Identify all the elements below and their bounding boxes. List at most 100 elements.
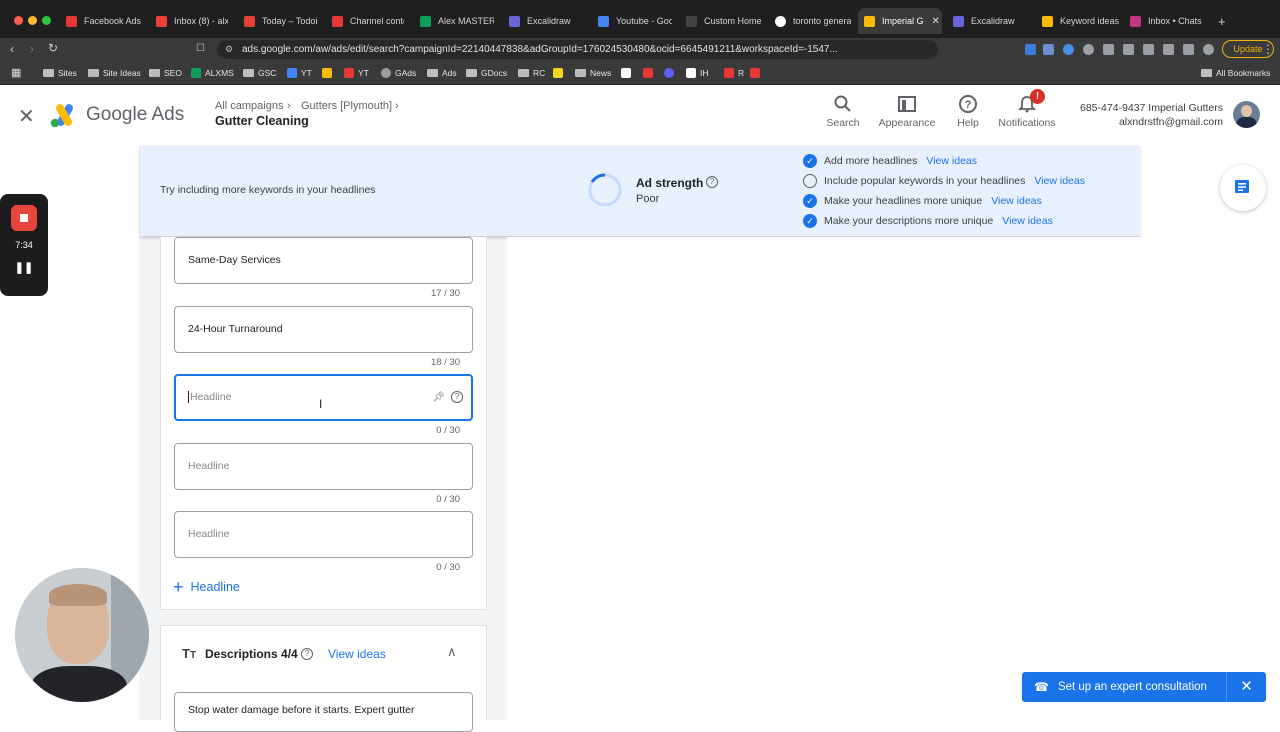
youtube-icon — [66, 15, 77, 27]
chevron-up-icon[interactable]: ∧ — [447, 644, 457, 660]
account-info[interactable]: 685-474-9437 Imperial Gutters alxndrstfn… — [1080, 101, 1223, 129]
browser-tab[interactable]: toronto genera — [769, 8, 851, 34]
breadcrumb-campaign[interactable]: Gutters [Plymouth] — [301, 100, 392, 112]
bookmark-item[interactable]: SEO — [149, 66, 182, 79]
ai-icon[interactable] — [1183, 44, 1194, 55]
close-tab-icon[interactable]: ✕ — [924, 16, 942, 27]
url-bar[interactable]: ⚙ ads.google.com/aw/ads/edit/search?camp… — [217, 40, 938, 59]
browser-tab[interactable]: Youtube - Goo — [592, 8, 672, 34]
ad-strength-ring — [588, 173, 622, 207]
bookmark-item[interactable] — [322, 66, 336, 79]
bookmark-item[interactable] — [750, 66, 764, 79]
pause-icon[interactable]: ❚❚ — [0, 261, 48, 274]
browser-tab[interactable]: Inbox • Chats — [1124, 8, 1208, 34]
window-close-button[interactable] — [14, 16, 23, 25]
headset-icon: ☎︎ — [1034, 680, 1049, 694]
browser-tab[interactable]: Channel conte — [326, 8, 404, 34]
bookmark-item[interactable]: GAds — [381, 66, 416, 79]
bookmark-item[interactable]: GSC — [243, 66, 276, 79]
bookmark-item[interactable]: YT — [344, 66, 369, 79]
view-ideas-link[interactable]: View ideas — [328, 647, 386, 661]
downloads-icon[interactable] — [1123, 44, 1134, 55]
breadcrumb-all-campaigns[interactable]: All campaigns — [215, 100, 283, 112]
bookmark-item[interactable]: News — [575, 66, 611, 79]
bookmark-page-icon[interactable]: ☐ — [196, 43, 205, 54]
window-minimize-button[interactable] — [28, 16, 37, 25]
headline-input[interactable]: Headline — [174, 511, 473, 558]
bookmark-icon — [621, 67, 631, 78]
new-tab-button[interactable]: + — [1212, 8, 1232, 34]
drive-icon — [322, 67, 332, 78]
folder-icon — [427, 68, 438, 77]
close-icon[interactable]: ✕ — [18, 104, 35, 129]
view-ideas-link[interactable]: View ideas — [1034, 175, 1085, 187]
browser-tab[interactable]: Excalidraw — [947, 8, 1033, 34]
browser-tab[interactable]: Facebook Ads — [60, 8, 152, 34]
browser-tab[interactable]: Inbox (8) - alx — [150, 8, 228, 34]
browser-tab[interactable]: Today – Todoist — [238, 8, 318, 34]
pin-icon[interactable]: 📌︎ — [432, 376, 445, 419]
headline-input-focused[interactable]: Headline 📌︎ ? — [174, 374, 473, 421]
bookmark-item[interactable]: RC — [518, 66, 545, 79]
appearance-button[interactable]: Appearance — [872, 94, 942, 129]
bookmark-item[interactable]: Sites — [43, 66, 77, 79]
window-maximize-button[interactable] — [42, 16, 51, 25]
bookmark-item[interactable]: R — [724, 66, 744, 79]
extension-icon[interactable] — [1043, 44, 1054, 55]
stop-recording-button[interactable] — [11, 205, 37, 231]
bookmark-icon — [553, 67, 563, 78]
headline-input[interactable]: Same-Day Services — [174, 237, 473, 284]
checklist-item: ✓ Add more headlines View ideas — [803, 154, 977, 168]
bookmark-item[interactable]: IH — [686, 66, 709, 79]
headline-input[interactable]: Headline — [174, 443, 473, 490]
all-bookmarks[interactable]: All Bookmarks — [1201, 66, 1270, 79]
browser-tab-active[interactable]: Imperial G ✕ — [858, 8, 942, 34]
view-ideas-link[interactable]: View ideas — [1002, 215, 1053, 227]
apps-grid-icon[interactable]: ▦ — [11, 66, 21, 79]
expert-consultation-banner[interactable]: ☎︎ Set up an expert consultation ✕ — [1022, 672, 1266, 702]
help-circle-icon[interactable]: ? — [706, 176, 718, 188]
bookmark-item[interactable] — [664, 66, 678, 79]
bookmark-item[interactable]: GDocs — [466, 66, 507, 79]
extension-icon[interactable] — [1083, 44, 1094, 55]
text-format-icon: TT — [182, 646, 197, 661]
add-headline-button[interactable]: + Headline — [173, 578, 240, 596]
google-ads-icon — [1042, 15, 1053, 27]
bookmark-item[interactable] — [553, 66, 567, 79]
menu-icon[interactable]: ⋮ — [1262, 42, 1274, 56]
tab-search-icon[interactable] — [1163, 44, 1174, 55]
sidebar-icon[interactable] — [1143, 44, 1154, 55]
view-ideas-link[interactable]: View ideas — [991, 195, 1042, 207]
bookmark-item[interactable] — [621, 66, 635, 79]
help-circle-icon[interactable]: ? — [301, 648, 313, 660]
headline-input[interactable]: 24-Hour Turnaround — [174, 306, 473, 353]
extension-icon[interactable] — [1063, 44, 1074, 55]
help-circle-icon[interactable]: ? — [451, 391, 463, 403]
feedback-button[interactable] — [1220, 165, 1266, 211]
browser-tab[interactable]: Custom Home — [680, 8, 766, 34]
bookmark-item[interactable]: Ads — [427, 66, 457, 79]
bookmark-item[interactable]: ALXMS — [191, 66, 234, 79]
character-counter: 17 / 30 — [430, 288, 460, 299]
vpn-icon[interactable] — [1203, 44, 1214, 55]
brand-name: Google Ads — [86, 104, 185, 125]
forward-icon[interactable]: › — [30, 42, 34, 56]
browser-tab[interactable]: Alex MASTER — [414, 8, 494, 34]
bookmark-item[interactable]: Site Ideas — [88, 66, 141, 79]
avatar[interactable] — [1233, 101, 1260, 128]
browser-tab[interactable]: Excalidraw — [503, 8, 589, 34]
close-icon[interactable]: ✕ — [1226, 672, 1266, 702]
back-icon[interactable]: ‹ — [10, 42, 14, 56]
view-ideas-link[interactable]: View ideas — [926, 155, 977, 167]
extensions-puzzle-icon[interactable] — [1103, 44, 1114, 55]
recording-timer: 7:34 — [15, 240, 33, 250]
site-info-icon[interactable]: ⚙ — [225, 40, 233, 59]
extension-icon[interactable] — [1025, 44, 1036, 55]
reload-icon[interactable]: ↻ — [48, 41, 58, 55]
notifications-button[interactable]: Notifications — [992, 94, 1062, 129]
description-input[interactable]: Stop water damage before it starts. Expe… — [174, 692, 473, 732]
browser-tab[interactable]: Keyword ideas — [1036, 8, 1120, 34]
bookmark-item[interactable] — [643, 66, 657, 79]
bookmark-item[interactable]: YT — [287, 66, 312, 79]
search-button[interactable]: Search — [808, 94, 878, 129]
